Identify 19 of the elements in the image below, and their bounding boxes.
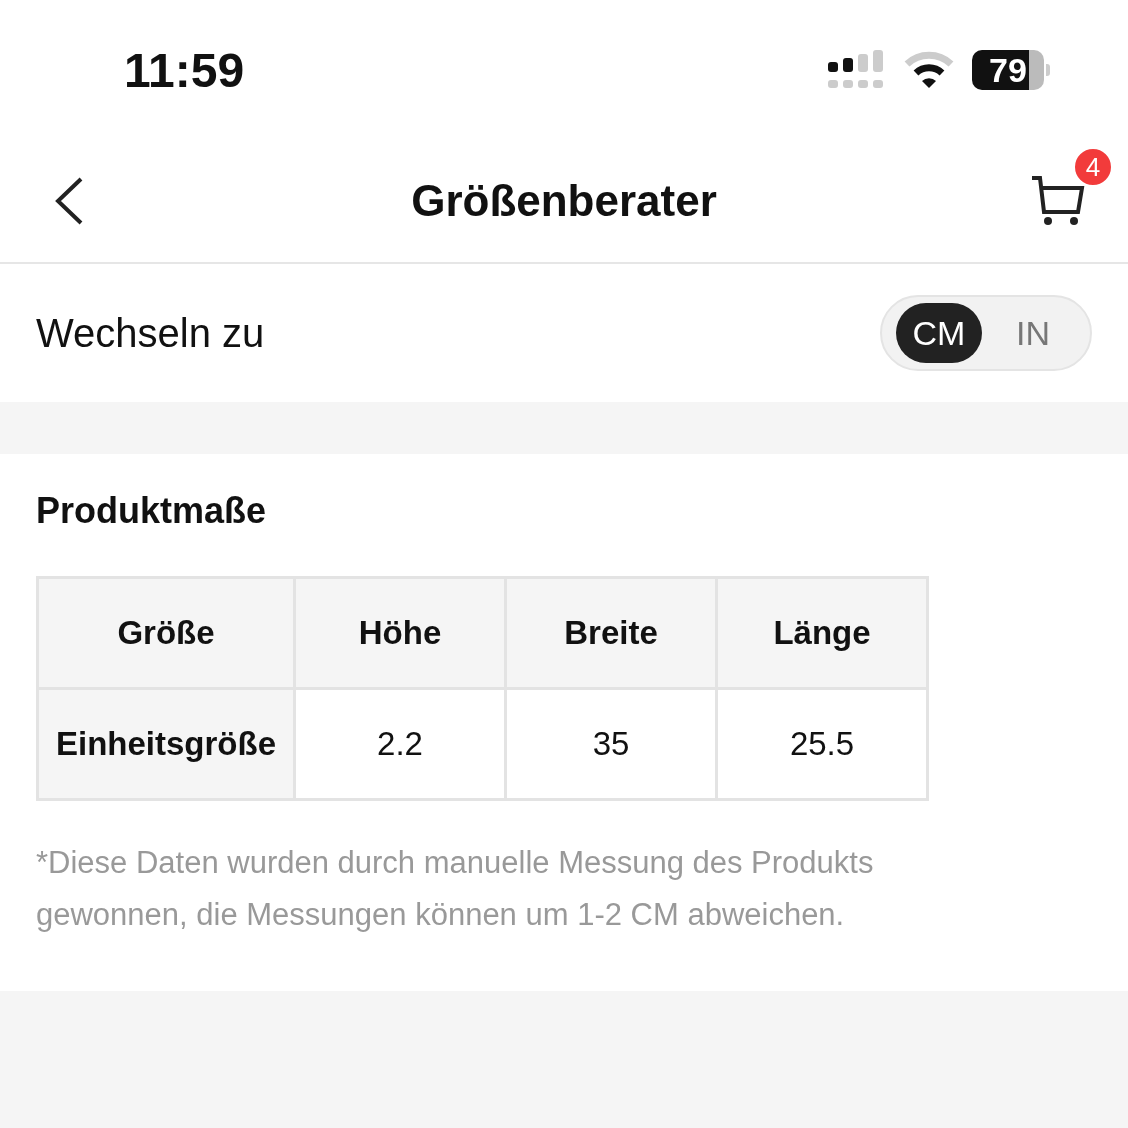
- switch-label: Wechseln zu: [36, 310, 265, 356]
- section-title: Produktmaße: [36, 490, 268, 532]
- table-cell: 25.5: [716, 688, 928, 800]
- column-header: Höhe: [294, 577, 506, 689]
- unit-option[interactable]: CM: [896, 303, 982, 363]
- column-header: Länge: [716, 577, 928, 689]
- table-cell: 2.2: [294, 688, 506, 800]
- column-header: Größe: [37, 577, 295, 689]
- unit-option[interactable]: IN: [990, 303, 1076, 363]
- signal-icon: [828, 50, 886, 90]
- back-icon[interactable]: [54, 177, 84, 225]
- page-title: Größenberater: [411, 176, 717, 226]
- status-time: 11:59: [124, 42, 245, 98]
- cart-badge: 4: [1072, 146, 1114, 188]
- column-header: Breite: [505, 577, 717, 689]
- measurement-note: *Diese Daten wurden durch manuelle Messung des Produkts gewonnen, die Messungen können um 1-2 CM abweichen.: [36, 844, 875, 934]
- table-cell: 35: [505, 688, 717, 800]
- wifi-icon: [904, 51, 954, 89]
- row-header: Einheitsgröße: [37, 688, 295, 800]
